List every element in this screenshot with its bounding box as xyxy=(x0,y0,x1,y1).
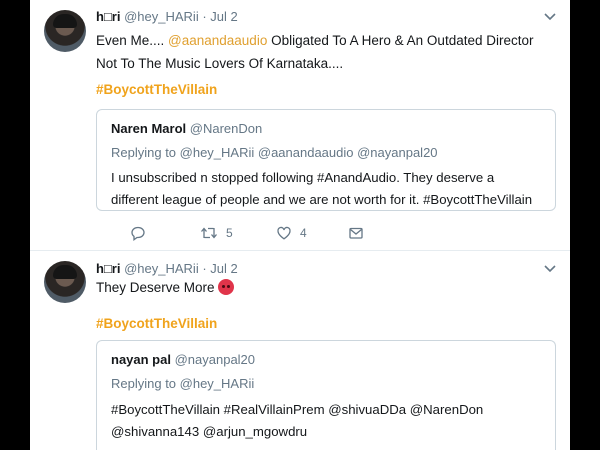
quoted-tweet-text: #BoycottTheVillain #RealVillainPrem @shi… xyxy=(111,402,484,439)
author-name[interactable]: h□ri xyxy=(96,261,120,276)
replying-to: Replying to @hey_HARii xyxy=(111,376,255,391)
retweet-icon xyxy=(200,225,218,241)
tweet-text: They Deserve More xyxy=(96,276,556,299)
tweet[interactable]: h□ri @hey_HARii · Jul 2 They Deserve Mor… xyxy=(30,251,570,450)
quoted-author-handle: @nayanpal20 xyxy=(174,352,256,367)
tweet-text-part: Even Me.... xyxy=(96,33,169,48)
like-count: 4 xyxy=(300,226,307,240)
quoted-tweet-text: I unsubscribed n stopped following #Anan… xyxy=(111,170,533,207)
quoted-author-name: Naren Marol xyxy=(111,121,187,136)
author-handle[interactable]: @hey_HARii xyxy=(124,261,199,276)
chevron-down-icon[interactable] xyxy=(544,8,556,24)
author-handle[interactable]: @hey_HARii xyxy=(124,9,199,24)
tweet-screenshot: h□ri @hey_HARii · Jul 2 Even Me.... @aan… xyxy=(30,0,570,450)
mail-icon xyxy=(348,225,364,241)
tweet-text-part: They Deserve More xyxy=(96,280,215,295)
tweet-header: h□ri @hey_HARii · Jul 2 xyxy=(96,261,238,276)
tweet-date[interactable]: · Jul 2 xyxy=(202,9,237,24)
chevron-down-icon[interactable] xyxy=(544,260,556,276)
quoted-tweet-header: Naren Marol @NarenDon xyxy=(111,121,262,136)
retweet-button[interactable]: 5 xyxy=(200,225,233,241)
tweet-header: h□ri @hey_HARii · Jul 2 xyxy=(96,9,238,24)
quoted-author-name: nayan pal xyxy=(111,352,171,367)
reply-icon xyxy=(130,225,146,241)
author-name[interactable]: h□ri xyxy=(96,9,120,24)
hashtag-link[interactable]: #BoycottTheVillain xyxy=(96,82,217,97)
quoted-tweet[interactable]: nayan pal @nayanpal20 Replying to @hey_H… xyxy=(96,340,556,450)
hashtag-link[interactable]: #BoycottTheVillain xyxy=(96,316,217,331)
like-button[interactable]: 4 xyxy=(276,225,307,241)
tweet[interactable]: h□ri @hey_HARii · Jul 2 Even Me.... @aan… xyxy=(30,0,570,250)
quoted-author-handle: @NarenDon xyxy=(189,121,263,136)
tweet-actions: 5 4 xyxy=(130,225,430,245)
tweet-text: Even Me.... @aanandaaudio Obligated To A… xyxy=(96,29,556,75)
angry-face-emoji-icon xyxy=(217,279,234,295)
avatar[interactable] xyxy=(44,261,86,303)
mention-link[interactable]: @aanandaaudio xyxy=(168,33,267,48)
retweet-count: 5 xyxy=(226,226,233,240)
reply-button[interactable] xyxy=(130,225,146,241)
tweet-date[interactable]: · Jul 2 xyxy=(202,261,237,276)
heart-icon xyxy=(276,225,292,241)
quoted-tweet-header: nayan pal @nayanpal20 xyxy=(111,352,255,367)
replying-to: Replying to @hey_HARii @aanandaaudio @na… xyxy=(111,145,438,160)
quoted-tweet[interactable]: Naren Marol @NarenDon Replying to @hey_H… xyxy=(96,109,556,211)
direct-message-button[interactable] xyxy=(348,225,364,241)
avatar[interactable] xyxy=(44,10,86,52)
